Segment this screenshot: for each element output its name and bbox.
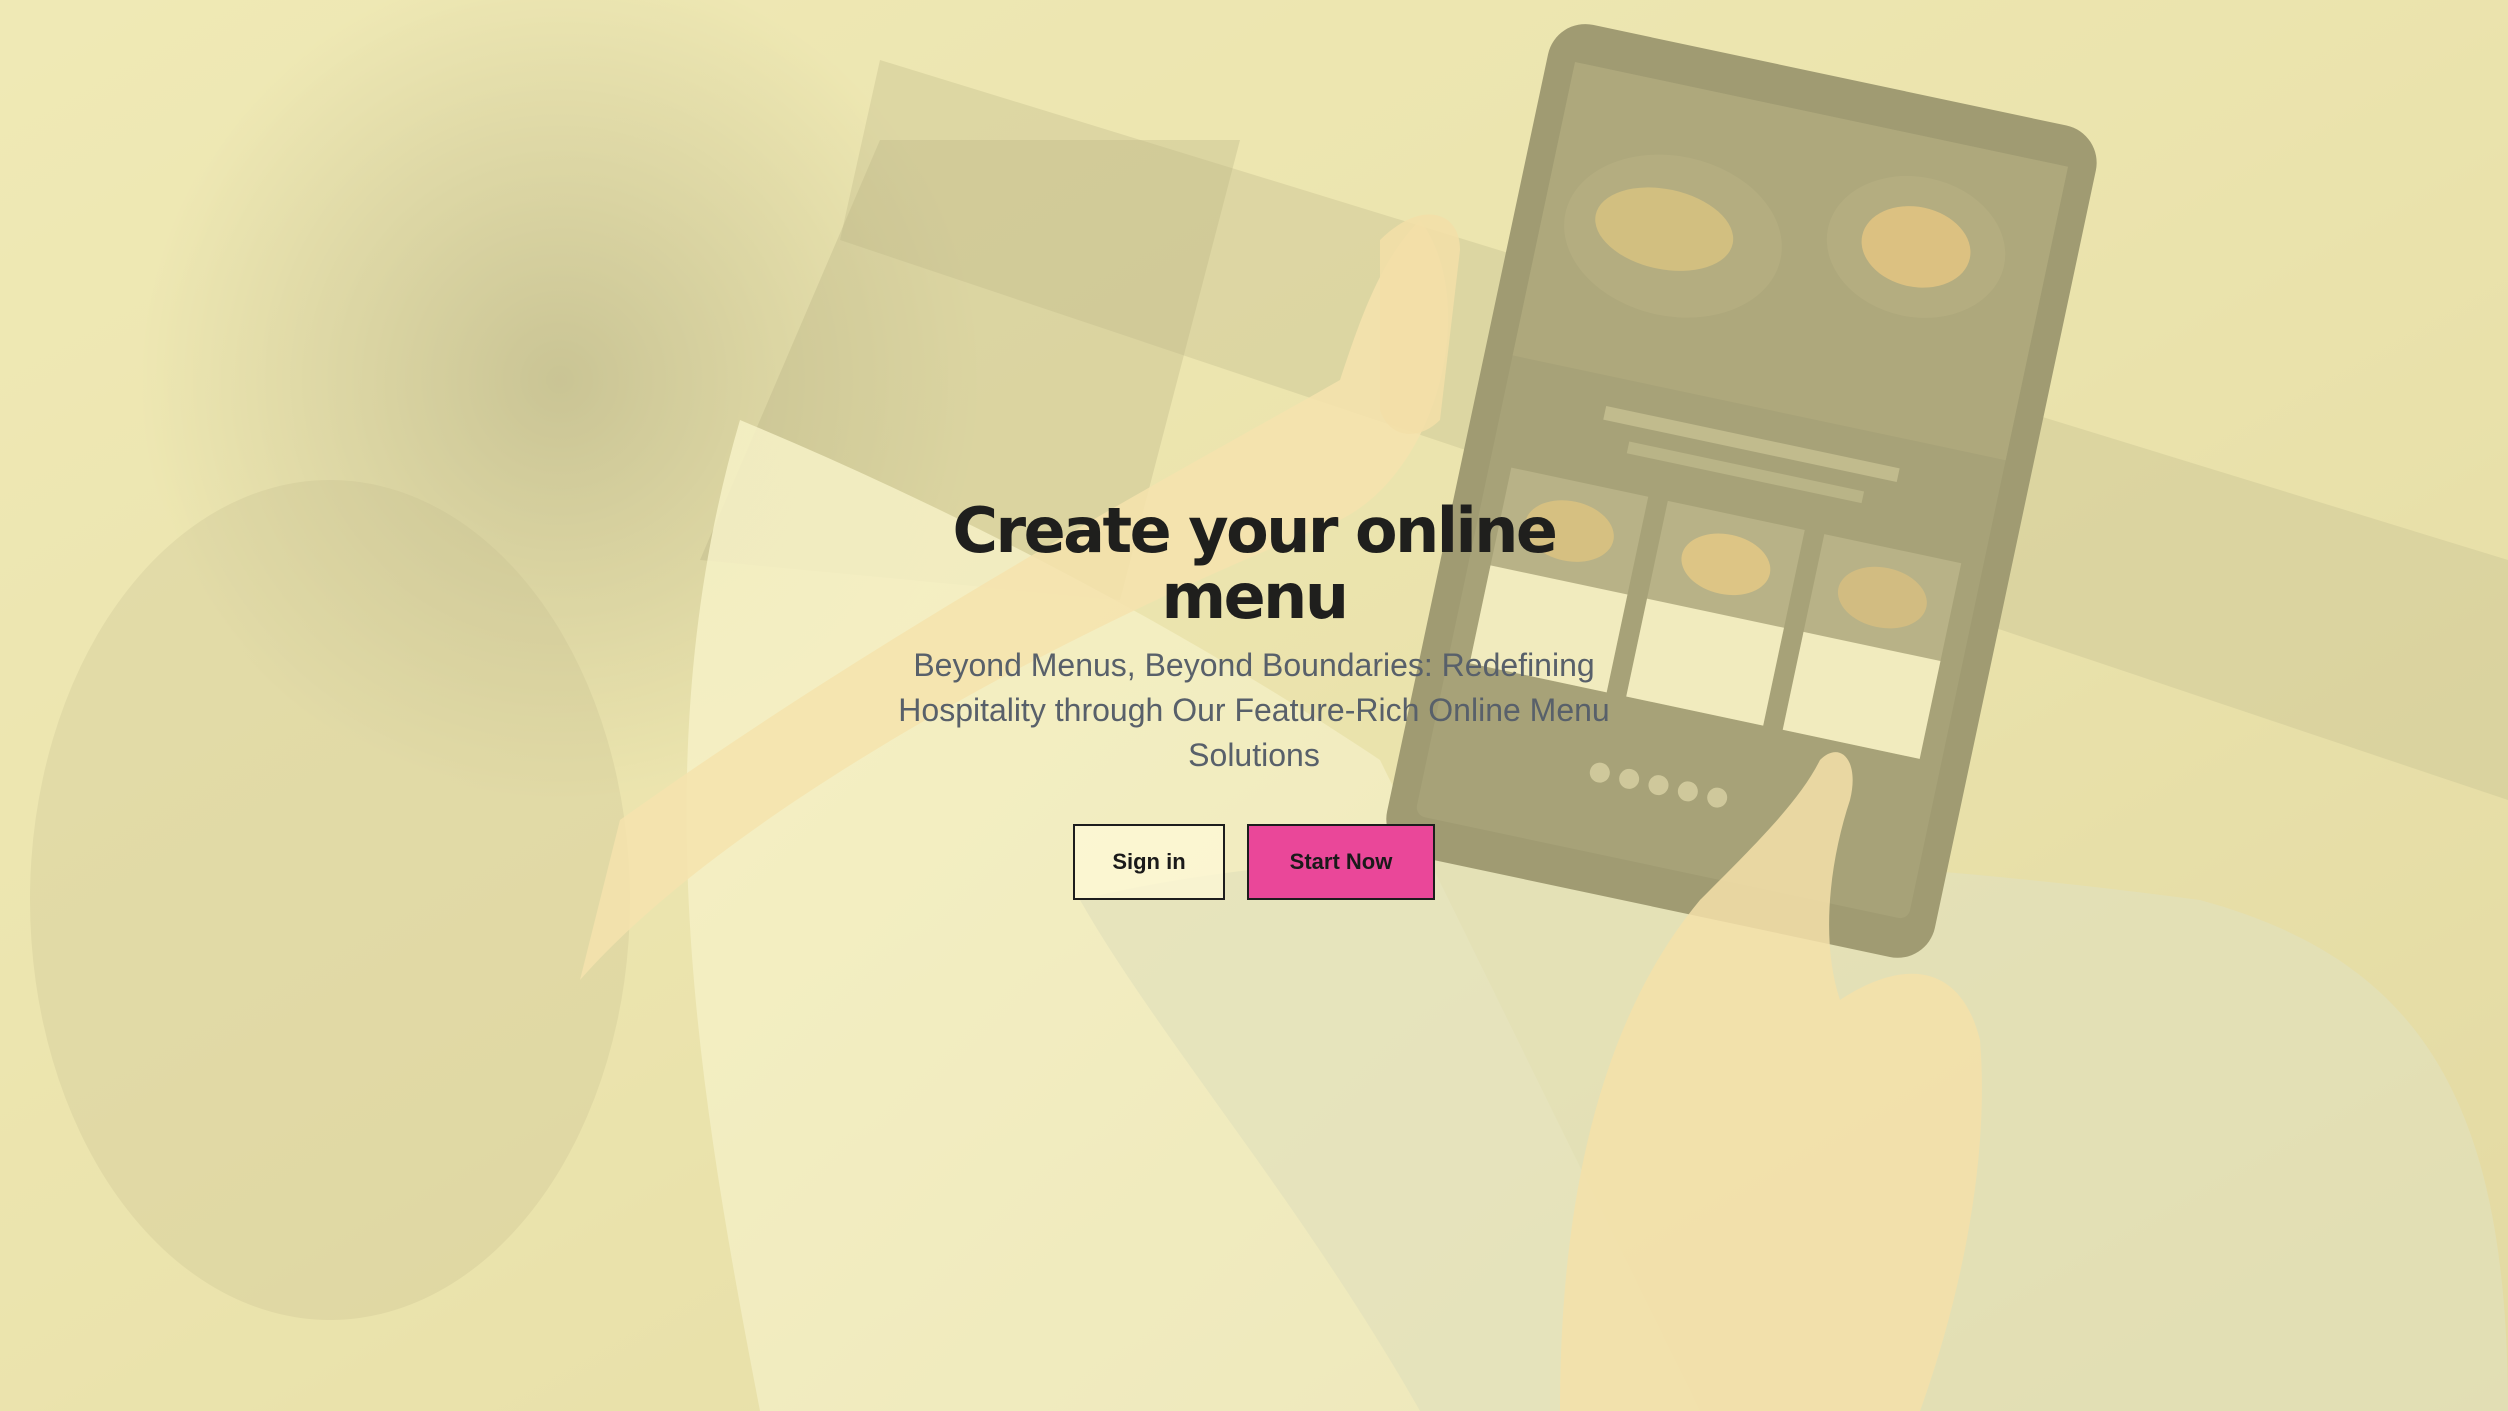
sign-in-button[interactable]: Sign in: [1073, 824, 1225, 900]
hero-headline: Create your online menu: [952, 494, 1558, 633]
hero-subtitle: Beyond Menus, Beyond Boundaries: Redefin…: [898, 647, 1610, 773]
hero-section: Create your online menu Beyond Menus, Be…: [0, 0, 2508, 1411]
hero-actions: Sign in Start Now: [894, 824, 1614, 900]
start-now-button[interactable]: Start Now: [1247, 824, 1435, 900]
